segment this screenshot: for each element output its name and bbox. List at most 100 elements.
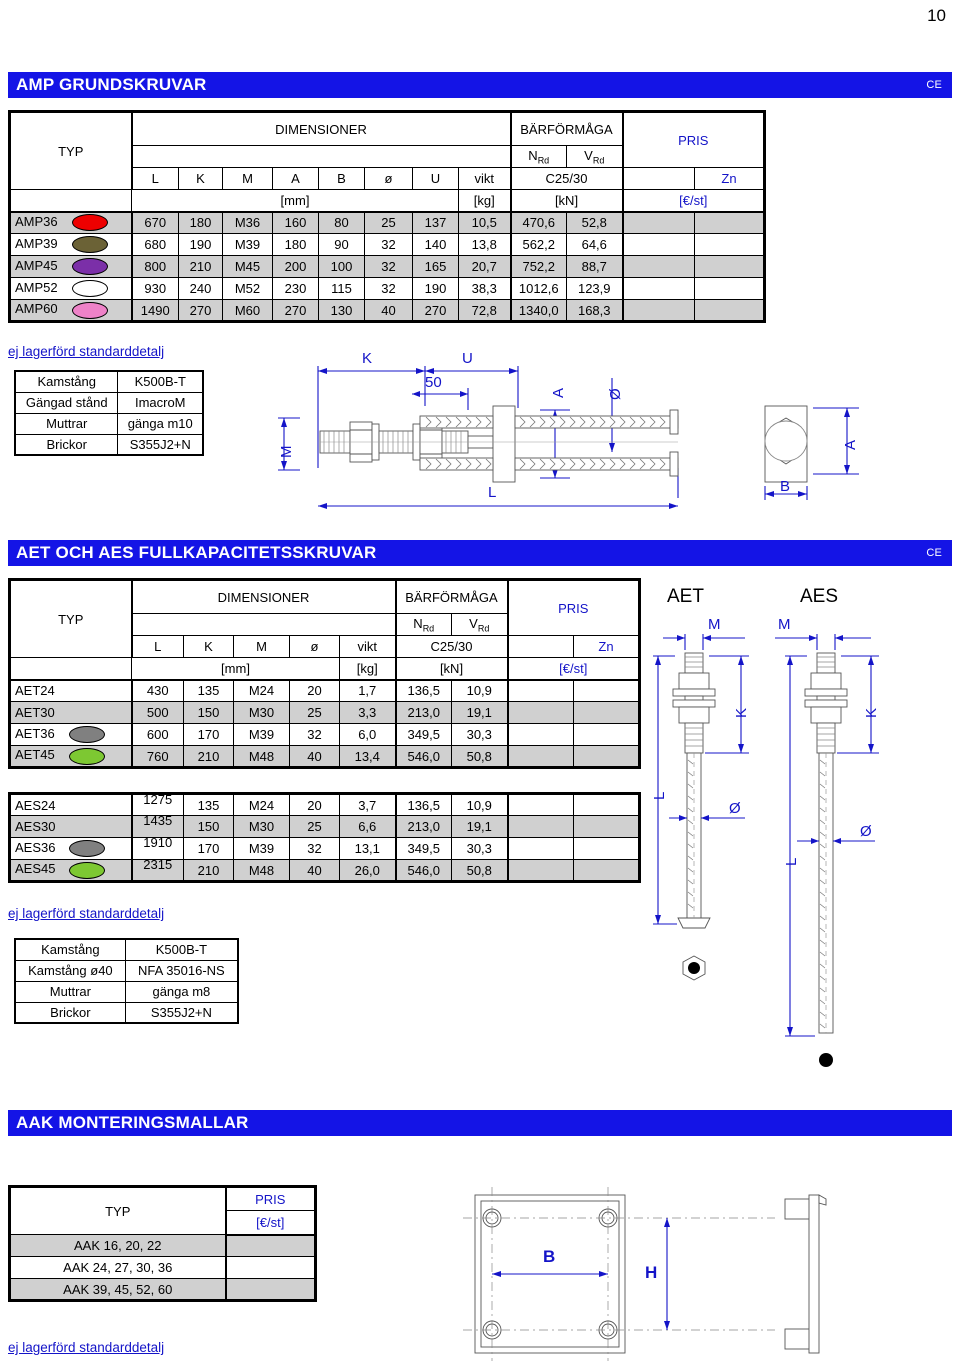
note-amp[interactable]: ej lagerförd standarddetalj — [8, 344, 164, 359]
aet-table-body: AET24 430 135 M24 20 1,7 136,5 10,9 AET30 500 150 M… — [8, 679, 641, 769]
cell-price-zn[interactable] — [573, 679, 641, 702]
amp-materials-body: Kamstång K500B-T Gängad stånd ImacroM Muttra… — [14, 370, 204, 456]
header-dimensioner: DIMENSIONER — [131, 110, 512, 146]
aet-materials-table: Kamstång K500B-T Kamstång ø40 NFA 35016-NS M… — [14, 938, 239, 1024]
cell-price-zn[interactable] — [573, 815, 641, 838]
cell-price-blank[interactable] — [622, 211, 695, 234]
cell-price-zn[interactable] — [694, 233, 766, 256]
material-row: Brickor S355J2+N — [14, 433, 204, 456]
aet-dim-K: K — [733, 707, 750, 718]
material-item: Muttrar — [14, 980, 126, 1003]
cell-price[interactable] — [225, 1234, 317, 1257]
cell-typ: AES24 — [8, 792, 133, 816]
header-vrd: VRd — [566, 145, 624, 168]
header-col-B: B — [318, 167, 365, 190]
cell-M: M52 — [222, 277, 273, 300]
section-title-aet: AET OCH AES FULLKAPACITETSSKRUVAR — [16, 543, 377, 562]
table-row: AET24 430 135 M24 20 1,7 136,5 10,9 — [8, 679, 641, 702]
cell-price[interactable] — [225, 1278, 317, 1302]
cell-L: 760 — [131, 745, 184, 769]
cell-L: 680 — [131, 233, 179, 256]
material-spec: K500B-T — [124, 938, 239, 961]
aak-table-body: AAK 16, 20, 22 AAK 24, 27, 30, 36 AAK 39, … — [8, 1234, 317, 1302]
cell-price-blank[interactable] — [507, 745, 574, 769]
cell-price-blank[interactable] — [507, 723, 574, 746]
color-marker — [69, 861, 106, 879]
cell-A: 200 — [272, 255, 319, 278]
typ-label: AMP39 — [15, 235, 58, 251]
material-spec: gänga m8 — [124, 980, 239, 1003]
cell-price-blank[interactable] — [622, 299, 695, 323]
cell-price-blank[interactable] — [622, 277, 695, 300]
cell-vrd: 50,8 — [451, 859, 509, 883]
cell-K: 150 — [183, 701, 234, 724]
cell-typ: AES30 — [8, 815, 133, 838]
cell-nrd: 562,2 — [510, 233, 567, 256]
cell-price-zn[interactable] — [694, 299, 766, 323]
cell-vikt: 26,0 — [339, 859, 397, 883]
material-item: Brickor — [14, 1001, 126, 1024]
cell-diam: 25 — [289, 701, 340, 724]
cell-diam: 40 — [289, 859, 340, 883]
cell-typ: AAK 16, 20, 22 — [8, 1234, 227, 1257]
material-row: Brickor S355J2+N — [14, 1001, 239, 1024]
section-banner-aak: AAK MONTERINGSMALLAR — [8, 1110, 952, 1136]
cell-vikt: 6,0 — [339, 723, 397, 746]
header-unit-kg: [kg] — [339, 657, 397, 681]
cell-typ: AMP39 — [8, 233, 133, 256]
note-aet[interactable]: ej lagerförd standarddetalj — [8, 906, 164, 921]
aes-table-body: AES24 1275 135 M24 20 3,7 136,5 10,9 AES30 1435 15… — [8, 792, 641, 883]
cell-price[interactable] — [225, 1256, 317, 1279]
cell-price-zn[interactable] — [573, 792, 641, 816]
table-row: AAK 39, 45, 52, 60 — [8, 1278, 317, 1302]
cell-L-value: 2315 — [143, 856, 173, 872]
cell-typ: AMP45 — [8, 255, 133, 278]
cell-L: 1490 — [131, 299, 179, 323]
cell-price-zn[interactable] — [694, 277, 766, 300]
cell-price-zn[interactable] — [573, 701, 641, 724]
note-aak[interactable]: ej lagerförd standarddetalj — [8, 1340, 164, 1355]
cell-price-blank[interactable] — [507, 792, 574, 816]
header-unit-kg: [kg] — [458, 189, 512, 213]
amp-materials-table: Kamstång K500B-T Gängad stånd ImacroM Muttra… — [14, 370, 204, 456]
cell-price-zn[interactable] — [573, 859, 641, 883]
cell-price-blank[interactable] — [507, 837, 574, 860]
cell-price-zn[interactable] — [694, 211, 766, 234]
material-spec: K500B-T — [117, 370, 204, 393]
aet-dim-M: M — [708, 616, 721, 633]
material-spec: ImacroM — [117, 391, 204, 414]
cell-price-zn[interactable] — [573, 837, 641, 860]
aet-dim-diam: Ø — [729, 800, 741, 817]
header-vrd: VRd — [451, 613, 509, 636]
cell-vrd: 30,3 — [451, 723, 509, 746]
header-pris: PRIS — [622, 110, 766, 168]
material-row: Kamstång K500B-T — [14, 370, 204, 393]
header-col-M: M — [233, 635, 290, 658]
typ-label: AET24 — [15, 683, 55, 699]
cell-price-zn[interactable] — [694, 255, 766, 278]
amp-endview-dim-B: B — [780, 478, 791, 495]
cell-price-blank[interactable] — [622, 233, 695, 256]
cell-price-zn[interactable] — [573, 723, 641, 746]
cell-price-blank[interactable] — [507, 701, 574, 724]
cell-nrd: 349,5 — [395, 723, 452, 746]
header-barformaga: BÄRFÖRMÅGA — [395, 578, 509, 614]
cell-diam: 32 — [364, 255, 413, 278]
aes-dim-L: L — [783, 857, 800, 866]
cell-price-blank[interactable] — [622, 255, 695, 278]
cell-U: 270 — [412, 299, 459, 323]
cell-price-blank[interactable] — [507, 859, 574, 883]
table-row: AMP52 930 240 M52 230 115 32 190 38,3 1012,6 123,9 — [8, 277, 766, 300]
section-title-amp: AMP GRUNDSKRUVAR — [16, 75, 207, 94]
cell-K: 190 — [178, 233, 223, 256]
cell-nrd: 213,0 — [395, 815, 452, 838]
header-typ: TYP — [8, 578, 133, 658]
header-col-L: L — [131, 167, 179, 190]
table-row: AES24 1275 135 M24 20 3,7 136,5 10,9 — [8, 792, 641, 816]
aet-aes-svg — [653, 634, 879, 1067]
cell-price-blank[interactable] — [507, 815, 574, 838]
cell-price-blank[interactable] — [507, 679, 574, 702]
cell-M: M24 — [233, 792, 290, 816]
header-dimensioner: DIMENSIONER — [131, 578, 397, 614]
cell-price-zn[interactable] — [573, 745, 641, 769]
